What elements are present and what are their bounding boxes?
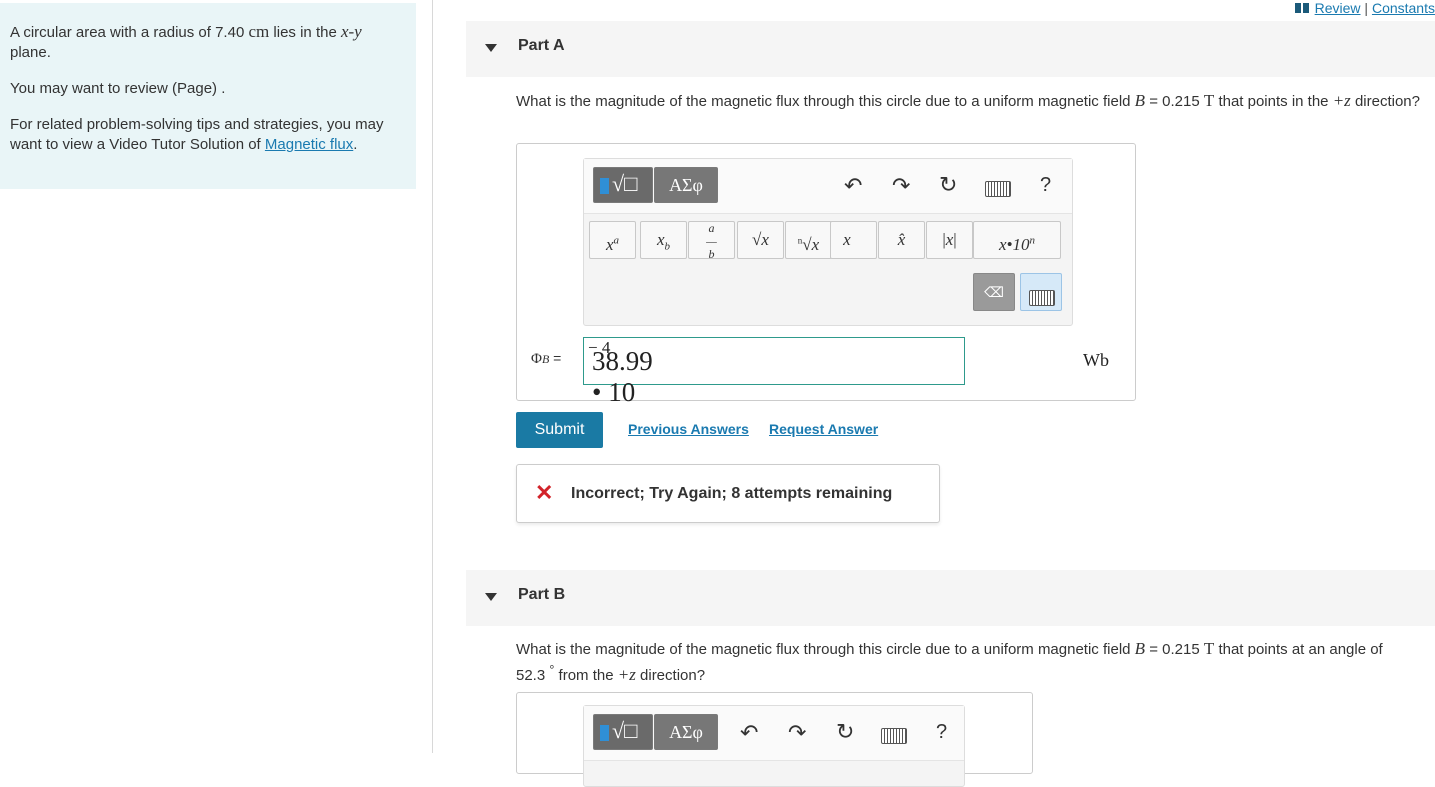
part-a-label: Part A <box>518 37 565 54</box>
panel-divider <box>432 0 433 753</box>
vector-key[interactable]: x⃗ <box>830 221 877 259</box>
greek-symbols-button[interactable]: ΑΣφ <box>654 714 718 750</box>
submit-button[interactable]: Submit <box>516 412 603 448</box>
reset-icon[interactable]: ↻ <box>939 172 957 198</box>
review-link[interactable]: Review <box>1315 0 1361 16</box>
undo-icon[interactable]: ↶ <box>740 720 758 746</box>
part-b-answer-box: √□ ΑΣφ ↶ ↷ ↻ ? <box>516 692 1033 787</box>
undo-icon[interactable]: ↶ <box>844 173 862 199</box>
part-a-question: What is the magnitude of the magnetic fl… <box>516 91 1420 110</box>
feedback-message: Incorrect; Try Again; 8 attempts remaini… <box>571 485 893 502</box>
part-a-header[interactable]: Part A <box>466 21 1435 77</box>
intro-tips: For related problem-solving tips and str… <box>10 116 384 153</box>
review-icon <box>1294 0 1309 13</box>
part-b-question: What is the magnitude of the magnetic fl… <box>516 639 1383 684</box>
toolbar-row-edit: ⌫ <box>584 267 1072 325</box>
fraction-key[interactable]: a — b <box>688 221 735 261</box>
intro-review: You may want to review (Page) . <box>10 80 226 97</box>
answer-exponent: − 4 <box>588 338 611 357</box>
part-b-label: Part B <box>518 586 566 603</box>
incorrect-x-icon: ✕ <box>535 480 554 505</box>
keyboard-icon <box>1029 290 1055 306</box>
feedback-box: ✕ Incorrect; Try Again; 8 attempts remai… <box>516 464 940 523</box>
template-box-icon <box>600 725 609 741</box>
top-nav: Review | Constants <box>1294 0 1435 16</box>
subscript-key[interactable]: xb <box>640 221 687 259</box>
intro-panel: A circular area with a radius of 7.40 cm… <box>0 3 416 189</box>
keyboard-icon[interactable] <box>985 181 1011 197</box>
magnetic-flux-link[interactable]: Magnetic flux <box>265 136 353 153</box>
answer-label: ΦB = <box>531 350 562 367</box>
radical-icon: √□ <box>612 718 638 743</box>
part-a-answer-box: √□ ΑΣφ ↶ ↷ ↻ ? xa xb a — b √x n√x x⃗ x̂ |x… <box>516 143 1136 407</box>
help-button[interactable]: ? <box>936 721 947 744</box>
request-answer-link[interactable]: Request Answer <box>769 421 878 437</box>
previous-answers-link[interactable]: Previous Answers <box>628 421 749 437</box>
nav-separator: | <box>1364 0 1369 16</box>
answer-unit: Wb <box>1083 350 1109 370</box>
math-toolbar: √□ ΑΣφ ↶ ↷ ↻ ? xa xb a — b √x n√x x⃗ x̂ |x… <box>583 158 1073 326</box>
scientific-notation-key[interactable]: x•10n <box>973 221 1061 259</box>
toolbar-row-keys: xa xb a — b √x n√x x⃗ x̂ |x| x•10n <box>584 213 1072 267</box>
backspace-key[interactable]: ⌫ <box>973 273 1015 311</box>
collapse-triangle-icon[interactable] <box>485 593 497 601</box>
unit-vector-key[interactable]: x̂ <box>878 221 925 259</box>
abs-value-key[interactable]: |x| <box>926 221 973 259</box>
constants-link[interactable]: Constants <box>1372 0 1435 16</box>
power-key[interactable]: xa <box>589 221 636 259</box>
keyboard-icon[interactable] <box>881 728 907 744</box>
redo-icon[interactable]: ↷ <box>788 720 806 746</box>
keyboard-toggle-key[interactable] <box>1020 273 1062 311</box>
math-toolbar-b: √□ ΑΣφ ↶ ↷ ↻ ? <box>583 705 965 787</box>
greek-symbols-button[interactable]: ΑΣφ <box>654 167 718 203</box>
reset-icon[interactable]: ↻ <box>836 719 854 745</box>
templates-button[interactable]: √□ <box>593 714 653 750</box>
sqrt-key[interactable]: √x <box>737 221 784 259</box>
part-b-header[interactable]: Part B <box>466 570 1435 626</box>
help-button[interactable]: ? <box>1040 174 1051 197</box>
nth-root-key[interactable]: n√x <box>785 221 832 259</box>
collapse-triangle-icon[interactable] <box>485 44 497 52</box>
redo-icon[interactable]: ↷ <box>892 173 910 199</box>
template-box-icon <box>600 178 609 194</box>
toolbar-row-templates: √□ ΑΣφ ↶ ↷ ↻ ? <box>584 159 1072 214</box>
radical-icon: √□ <box>612 171 638 196</box>
intro-statement: A circular area with a radius of 7.40 cm… <box>10 22 362 61</box>
answer-input[interactable]: 38.99 • 10− 4 <box>583 337 965 407</box>
answer-value: 38.99 • 10− 4 <box>588 338 653 407</box>
templates-button[interactable]: √□ <box>593 167 653 203</box>
